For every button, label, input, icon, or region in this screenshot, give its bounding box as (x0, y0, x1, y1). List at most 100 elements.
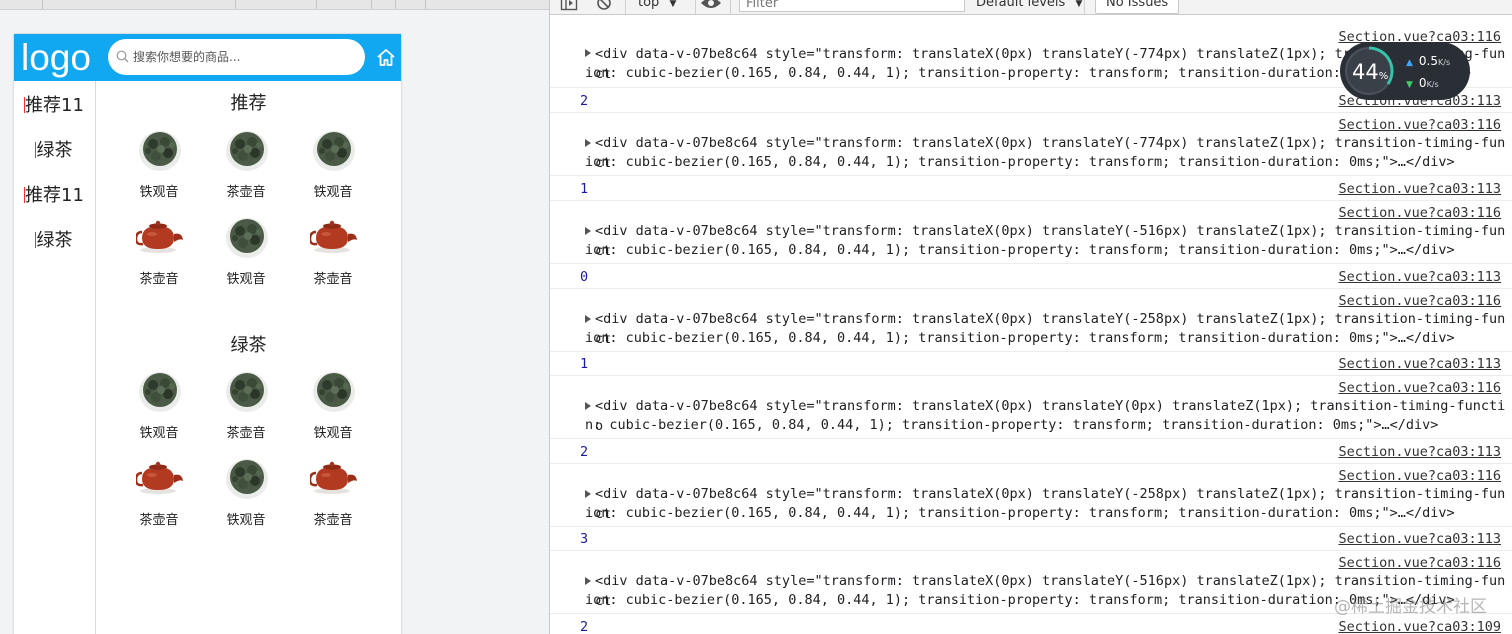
source-link[interactable]: Section.vue?ca03:109 (1338, 618, 1501, 634)
teapot-image (134, 214, 184, 260)
console-message: Section.vue?ca03:116 <div data-v-07be8c6… (550, 464, 1512, 527)
source-link[interactable]: Section.vue?ca03:116 (1338, 467, 1501, 485)
source-link[interactable]: Section.vue?ca03:116 (1338, 554, 1501, 572)
tea-leaves-image (223, 127, 271, 173)
speed-unit: K/s (1426, 80, 1439, 89)
search-input[interactable] (133, 47, 353, 67)
source-link[interactable]: Section.vue?ca03:113 (1338, 180, 1501, 198)
product-card[interactable]: 茶壶音 (119, 214, 199, 298)
tea-leaves-image (310, 127, 358, 173)
nav-caret (24, 187, 25, 203)
product-name: 茶壶音 (139, 272, 179, 287)
expand-arrow-icon[interactable] (585, 577, 591, 585)
html-element-line[interactable]: ion: cubic-bezier(0.165, 0.84, 0.44, 1);… (585, 504, 1503, 524)
speed-unit: K/s (1438, 58, 1451, 67)
product-card[interactable]: 茶壶音 (206, 127, 286, 211)
upload-arrow-icon: ▲ (1406, 58, 1413, 68)
product-card[interactable]: 茶壶音 (206, 368, 286, 452)
product-name: 铁观音 (226, 272, 266, 287)
log-levels-select[interactable]: Default levels ▼ (976, 0, 1082, 13)
source-link[interactable]: Section.vue?ca03:116 (1338, 116, 1501, 134)
log-number: 1 (580, 181, 589, 197)
upload-speed-value: 0.5 (1418, 54, 1439, 68)
product-card[interactable]: 茶壶音 (293, 214, 373, 298)
expand-arrow-icon[interactable] (585, 315, 591, 323)
tea-leaves-image (223, 455, 271, 501)
log-number: 1 (580, 356, 589, 372)
console-message: 2 Section.vue?ca03:109 (550, 615, 1512, 634)
console-message: 0 Section.vue?ca03:113 (550, 265, 1512, 289)
product-card[interactable]: 铁观音 (206, 214, 286, 298)
download-arrow-icon: ▼ (1406, 80, 1413, 90)
log-number: 3 (580, 531, 589, 547)
tea-leaves-image (310, 368, 358, 414)
sidebar-toggle-icon[interactable] (560, 0, 578, 11)
source-link[interactable]: Section.vue?ca03:113 (1338, 355, 1501, 373)
eye-icon[interactable] (700, 0, 722, 11)
filter-input[interactable] (739, 0, 965, 12)
source-link[interactable]: Section.vue?ca03:116 (1338, 292, 1501, 310)
source-link[interactable]: Section.vue?ca03:116 (1338, 379, 1501, 397)
sidebar-item[interactable]: 推荐11 (14, 181, 95, 211)
product-name: 铁观音 (313, 426, 353, 441)
cpu-percent-value: 44 (1352, 60, 1379, 84)
log-number: 2 (580, 619, 589, 634)
product-content: 推荐 铁观音 茶壶音 铁观音 茶壶音 铁观音 茶壶音 绿茶 铁观音 茶壶音 铁观… (96, 81, 401, 634)
nav-caret (24, 97, 25, 113)
source-link[interactable]: Section.vue?ca03:113 (1338, 530, 1501, 548)
expand-arrow-icon[interactable] (585, 139, 591, 147)
source-link[interactable]: Section.vue?ca03:116 (1338, 204, 1501, 222)
search-box[interactable] (108, 39, 365, 75)
product-card[interactable]: 铁观音 (293, 127, 373, 211)
console-message: 3 Section.vue?ca03:113 (550, 528, 1512, 551)
expand-arrow-icon[interactable] (585, 227, 591, 235)
logo[interactable]: logo (21, 38, 91, 78)
html-element-line[interactable]: ion: cubic-bezier(0.165, 0.84, 0.44, 1);… (585, 241, 1503, 261)
console-message: Section.vue?ca03:116 <div data-v-07be8c6… (550, 113, 1512, 176)
sidebar-item-label: 推荐11 (25, 185, 84, 206)
clear-console-icon[interactable] (595, 0, 613, 11)
console-message: Section.vue?ca03:116 <div data-v-07be8c6… (550, 376, 1512, 439)
tea-leaves-image (136, 127, 184, 173)
product-card[interactable]: 铁观音 (293, 368, 373, 452)
chevron-down-icon: ▼ (669, 0, 677, 9)
chevron-down-icon: ▼ (1075, 0, 1083, 9)
log-number: 2 (580, 444, 589, 460)
sidebar-item[interactable]: 推荐11 (14, 91, 95, 121)
source-link[interactable]: Section.vue?ca03:113 (1338, 443, 1501, 461)
html-element-line[interactable]: n: cubic-bezier(0.165, 0.84, 0.44, 1); t… (585, 416, 1503, 436)
log-number: 2 (580, 93, 589, 109)
sidebar-item-label: 绿茶 (36, 230, 73, 251)
product-name: 铁观音 (139, 185, 179, 200)
category-sidebar: 推荐11 绿茶 推荐11 绿茶 (14, 81, 96, 634)
levels-label: Default levels (976, 0, 1066, 10)
product-card[interactable]: 铁观音 (119, 127, 199, 211)
product-card[interactable]: 铁观音 (206, 455, 286, 539)
sidebar-item[interactable]: 绿茶 (14, 136, 95, 166)
home-icon[interactable] (376, 48, 396, 67)
network-speed-widget[interactable]: 44% ▲ 0.5K/s ▼ 0K/s (1340, 42, 1470, 100)
html-element-line[interactable]: ion: cubic-bezier(0.165, 0.84, 0.44, 1);… (585, 153, 1503, 173)
source-link[interactable]: Section.vue?ca03:113 (1338, 268, 1501, 286)
console-message: 1 Section.vue?ca03:113 (550, 177, 1512, 201)
sidebar-item[interactable]: 绿茶 (14, 226, 95, 256)
nav-caret (35, 232, 36, 248)
context-label: top (638, 0, 660, 10)
product-name: 茶壶音 (226, 185, 266, 200)
issues-button[interactable]: No Issues (1095, 0, 1180, 14)
tea-leaves-image (223, 368, 271, 414)
sidebar-item-label: 推荐11 (25, 95, 84, 116)
expand-arrow-icon[interactable] (585, 49, 591, 57)
product-card[interactable]: 茶壶音 (119, 455, 199, 539)
expand-arrow-icon[interactable] (585, 490, 591, 498)
expand-arrow-icon[interactable] (585, 402, 591, 410)
tea-leaves-image (136, 368, 184, 414)
context-select[interactable]: top ▼ (638, 0, 676, 12)
product-card[interactable]: 茶壶音 (293, 455, 373, 539)
console-message: 1 Section.vue?ca03:113 (550, 353, 1512, 376)
product-name: 铁观音 (313, 185, 353, 200)
nav-caret (35, 142, 36, 158)
html-element-line[interactable]: ion: cubic-bezier(0.165, 0.84, 0.44, 1);… (585, 329, 1503, 349)
product-card[interactable]: 铁观音 (119, 368, 199, 452)
mobile-app: logo 推荐11 绿茶 (14, 34, 401, 634)
